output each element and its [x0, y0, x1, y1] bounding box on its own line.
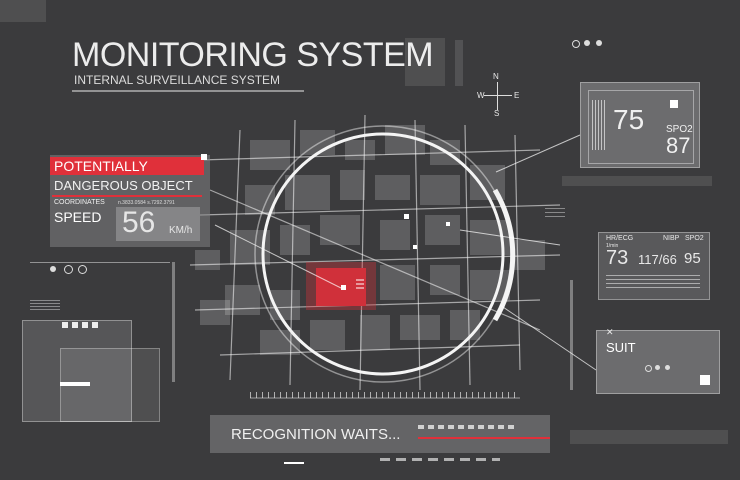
left-vert-bar — [172, 262, 175, 382]
dot-icon — [50, 266, 56, 272]
vitals-spo2-value: 95 — [684, 250, 701, 267]
left-bottom-icons — [62, 322, 122, 330]
speed-value: 56 — [122, 206, 156, 239]
left-bottom-bar — [60, 382, 90, 386]
monitor-top-under — [562, 176, 712, 186]
monitor-spo2-value: 87 — [666, 133, 691, 158]
monitor-square-icon — [670, 100, 678, 108]
status-bottom-bar — [284, 462, 304, 464]
status-dots — [50, 265, 90, 274]
suit-label: SUIT — [606, 340, 636, 355]
status-text: RECOGNITION WAITS... — [231, 426, 401, 443]
hr-label: HR/ECG — [606, 235, 634, 242]
map-point — [446, 222, 450, 226]
dot-icon — [64, 265, 73, 274]
suit-close-icon[interactable]: ✕ — [606, 327, 614, 338]
dot-icon — [78, 265, 87, 274]
monitor-bars — [592, 100, 606, 150]
right-vert-bar — [570, 280, 573, 390]
nibp-value: 117/66 — [638, 252, 677, 267]
vitals-spo2-label: SPO2 — [685, 235, 704, 242]
monitor-top-value: 75 — [613, 104, 645, 135]
right-decor-lines — [545, 205, 565, 217]
hr-value: 73 — [606, 247, 629, 269]
alert-line1: POTENTIALLY — [54, 158, 148, 174]
suit-dots — [645, 365, 675, 372]
map-point — [404, 214, 409, 219]
status-progress — [418, 437, 550, 439]
alert-corner — [201, 154, 207, 160]
nibp-label: NIBP — [663, 235, 680, 242]
speed-label: SPEED — [54, 209, 102, 225]
coordinates-label: COORDINATES — [54, 199, 105, 206]
left-bottom-lines — [30, 300, 60, 310]
speed-unit: KM/h — [169, 225, 193, 236]
suit-square-icon — [700, 375, 710, 385]
suit-under — [570, 430, 728, 444]
left-rule — [30, 262, 170, 263]
map-ruler-ticks — [250, 392, 520, 398]
target-marker — [341, 285, 346, 290]
map-point — [413, 245, 417, 249]
alert-divider — [52, 195, 202, 197]
vitals-dash-lines — [606, 274, 700, 288]
status-dash-row — [418, 425, 518, 429]
status-bottom-dash — [380, 458, 500, 461]
monitor-top-dots — [572, 40, 612, 48]
alert-line2: DANGEROUS OBJECT — [54, 178, 193, 193]
